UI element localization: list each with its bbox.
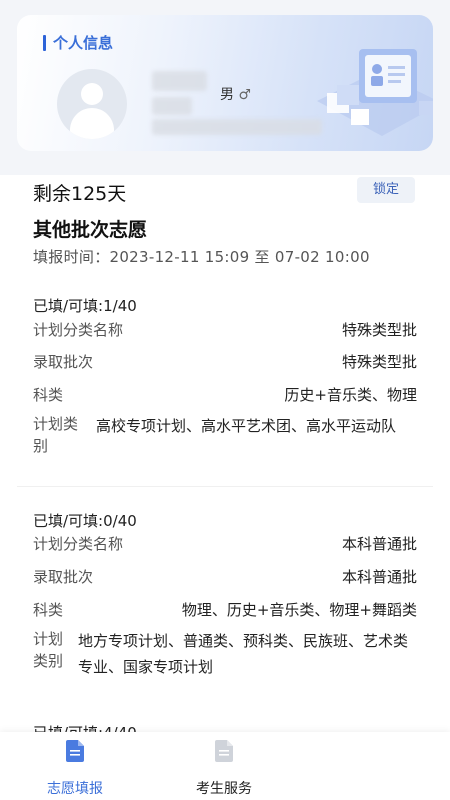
subject-label: 科类 [33, 601, 64, 619]
avatar [57, 69, 127, 139]
document-icon [215, 740, 233, 762]
volunteer-group[interactable]: 已填/可填:0/40 计划分类名称 本科普通批 录取批次 本科普通批 科类 物理… [33, 510, 417, 680]
plan-category-value: 本科普通批 [341, 535, 417, 553]
document-filled-icon [66, 740, 84, 762]
profile-illustration-icon [317, 49, 433, 136]
admission-batch-label: 录取批次 [33, 568, 94, 586]
tab-volunteer-fill[interactable]: 志愿填报 [25, 740, 125, 798]
divider [17, 486, 433, 487]
gender-text: 男 [220, 87, 234, 103]
plan-type-label: 计划类别 [33, 630, 64, 670]
plan-category-label: 计划分类名称 [33, 321, 124, 339]
plan-type-value: 高校专项计划、高水平艺术团、高水平运动队 [96, 417, 397, 435]
male-icon: ♂ [238, 87, 252, 103]
lock-button[interactable]: 锁定 [357, 177, 415, 203]
admission-batch-label: 录取批次 [33, 353, 94, 371]
bottom-nav: 志愿填报 考生服务 [0, 732, 450, 800]
tab-label: 考生服务 [196, 781, 252, 797]
gender: 男 ♂ [220, 84, 251, 104]
countdown-text: 剩余125天 [33, 183, 127, 205]
profile-card-title: 个人信息 [43, 32, 113, 53]
plan-category-value: 特殊类型批 [341, 321, 417, 339]
batch-title: 其他批次志愿 [33, 219, 148, 241]
plan-category-label: 计划分类名称 [33, 535, 124, 553]
volunteer-group[interactable]: 已填/可填:1/40 计划分类名称 特殊类型批 录取批次 特殊类型批 科类 历史… [33, 295, 417, 465]
id-redacted [152, 97, 192, 115]
admission-batch-value: 本科普通批 [341, 568, 417, 586]
profile-title-text: 个人信息 [53, 34, 114, 52]
plan-type-value: 地方专项计划、普通类、预科类、民族班、艺术类专业、国家专项计划 [78, 632, 409, 676]
filled-count: 已填/可填:1/40 [33, 297, 137, 315]
fill-time: 填报时间：2023-12-11 15:09 至 07-02 10:00 [33, 248, 370, 266]
avatar-head [81, 83, 103, 105]
profile-card[interactable]: 个人信息 男 ♂ [17, 15, 433, 151]
plan-type-label: 计划类别 [33, 415, 79, 455]
filled-count: 已填/可填:0/40 [33, 512, 137, 530]
school-redacted [152, 119, 322, 135]
title-accent-bar [43, 34, 46, 51]
subject-value: 物理、历史+音乐类、物理+舞蹈类 [181, 601, 417, 619]
subject-value: 历史+音乐类、物理 [284, 386, 417, 404]
tab-student-service[interactable]: 考生服务 [174, 740, 274, 798]
subject-label: 科类 [33, 386, 64, 404]
admission-batch-value: 特殊类型批 [341, 353, 417, 371]
name-redacted [152, 71, 207, 91]
avatar-body [70, 108, 114, 139]
tab-label: 志愿填报 [47, 781, 103, 797]
